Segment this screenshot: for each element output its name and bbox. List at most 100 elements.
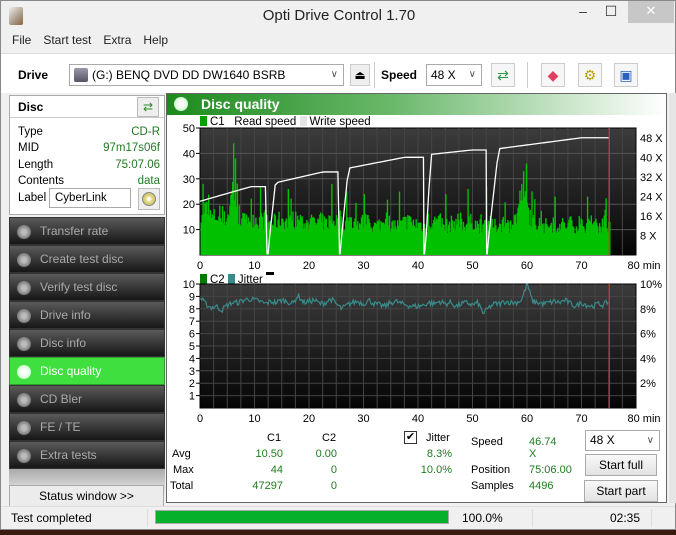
field-key: Contents [18,175,65,187]
speed-readout-value: 46.74 X [529,436,557,460]
menu-extra[interactable]: Extra [97,31,137,47]
disc-test-icon [17,309,31,323]
eraser-icon: ◆ [547,67,559,83]
y2-tick-label: 48 X [640,133,663,145]
nav-item-create-test-disc[interactable]: Create test disc [9,245,165,273]
disc-test-icon [17,253,31,267]
menu-start-test[interactable]: Start test [37,31,97,47]
toolbar-divider [527,62,528,88]
nav-item-disc-quality[interactable]: Disc quality [9,357,165,385]
stats-row-label: Avg [172,448,191,460]
menu-file[interactable]: File [1,31,37,47]
y2-tick-label: 10% [640,279,662,291]
jitter-checkbox[interactable]: ✔ [404,431,417,444]
nav-item-fe-te[interactable]: FE / TE [9,413,165,441]
y-tick-label: 5 [189,341,195,353]
menu-help[interactable]: Help [137,31,174,47]
y-tick-label: 8 [189,304,195,316]
check-icon: ✔ [405,431,416,443]
y2-tick-label: 8 X [640,230,657,242]
status-window-button[interactable]: Status window >> [9,485,164,507]
nav-item-label: Disc quality [40,364,102,378]
eject-button[interactable]: ⏏ [350,64,370,86]
disc-label-button[interactable] [138,188,160,210]
drive-select[interactable]: (G:) BENQ DVD DD DW1640 BSRB ∨ [69,64,344,86]
stats-max-c1: 44 [270,464,283,476]
cd-icon [142,192,156,206]
stats-col-c1: C1 [267,432,282,444]
stats-total-c2: 0 [330,480,337,492]
nav-item-transfer-rate[interactable]: Transfer rate [9,217,165,245]
disc-test-icon [17,337,31,351]
toolbar: Drive (G:) BENQ DVD DD DW1640 BSRB ∨ ⏏ S… [1,53,675,93]
speed-readout-label: Speed [471,436,503,448]
position-label: Position [471,464,511,476]
y-tick-label: 50 [183,123,195,135]
samples-value: 4496 [529,480,554,492]
y2-tick-label: 40 X [640,152,663,164]
x-tick-label: 30 [357,413,369,424]
nav-item-label: Create test disc [40,252,124,266]
y-tick-label: 30 [183,174,195,186]
field-key: MID [18,142,40,154]
drive-label: Drive [18,68,49,82]
eject-icon: ⏏ [354,68,366,82]
nav-item-cd-bler[interactable]: CD Bler [9,385,165,413]
save-button[interactable]: ▣ [614,63,638,87]
refresh-disc-button[interactable]: ⇄ [137,97,159,117]
stats-col-c2: C2 [322,432,337,444]
disc-field-contents: Contents data [18,175,160,187]
field-value: 97m17s06f [103,142,160,154]
field-value: CD-R [131,126,160,138]
y-tick-label: 4 [189,353,195,365]
nav-item-extra-tests[interactable]: Extra tests [9,441,165,469]
nav-item-label: Verify test disc [40,280,118,294]
x-tick-label: 50 [466,260,478,272]
x-tick-label: 80 min [627,260,660,272]
nav-item-label: Extra tests [40,448,97,462]
nav-item-verify-test-disc[interactable]: Verify test disc [9,273,165,301]
speed-value: 48 X [431,68,456,82]
nav-item-drive-info[interactable]: Drive info [9,301,165,329]
start-full-button[interactable]: Start full [585,454,657,476]
field-value: 75:07.06 [115,159,160,171]
erase-button[interactable]: ◆ [541,63,565,87]
x-tick-label: 70 [575,413,587,424]
field-key: Type [18,126,43,138]
y-tick-label: 20 [183,199,195,211]
refresh-drive-button[interactable]: ⇄ [491,63,515,87]
y2-tick-label: 24 X [640,191,663,203]
disc-field-mid: MID 97m17s06f [18,142,160,154]
start-part-button[interactable]: Start part [584,480,658,502]
chevron-down-icon: ∨ [468,69,476,80]
settings-button[interactable]: ⚙ [578,63,602,87]
disc-panel-title: Disc [18,100,44,114]
stats-avg-c2: 0.00 [315,448,337,460]
close-button[interactable]: ✕ [628,1,674,23]
speed-select[interactable]: 48 X ∨ [426,64,482,86]
toolbar-divider [374,62,375,88]
disc-test-icon [17,225,31,239]
vertical-scrollbar[interactable] [669,93,676,503]
nav-item-label: Drive info [40,308,91,322]
y2-tick-label: 4% [640,353,656,365]
test-speed-select[interactable]: 48 X ∨ [585,430,660,451]
stats-max-jitter: 10.0% [420,464,452,476]
stats-total-c1: 47297 [252,480,283,492]
stats-avg-jitter: 8.3% [426,448,452,460]
maximize-button[interactable]: ☐ [597,1,625,23]
title-bar: Opti Drive Control 1.70 – ☐ ✕ [1,1,675,31]
progress-percent: 100.0% [462,511,503,525]
x-tick-label: 60 [521,260,533,272]
y2-tick-label: 16 X [640,211,663,223]
disc-field-length: Length 75:07.06 [18,159,160,171]
y-tick-label: 7 [189,316,195,328]
minimize-button[interactable]: – [569,1,597,23]
x-tick-label: 50 [466,413,478,424]
refresh-icon: ⇄ [497,67,509,83]
stats-col-jitter: Jitter [426,432,450,444]
disc-quality-panel: Disc quality C1 Read speed Write speed C… [166,93,667,503]
disc-label-input[interactable]: CyberLink [49,188,131,208]
menu-bar: File Start test Extra Help [1,31,675,51]
nav-item-disc-info[interactable]: Disc info [9,329,165,357]
